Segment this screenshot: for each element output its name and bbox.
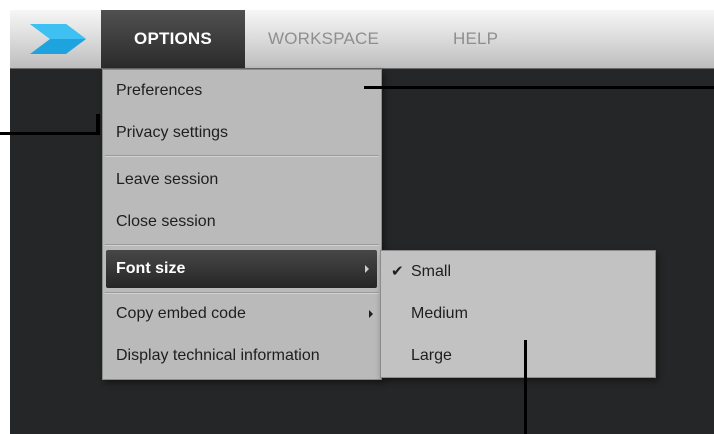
submenu-item-small-label: Small xyxy=(411,263,452,280)
logo-icon xyxy=(30,24,86,54)
menu-bar: OPTIONS WORKSPACE HELP xyxy=(10,10,714,69)
menu-item-copy-embed-code[interactable]: Copy embed code xyxy=(103,295,381,333)
menu-separator xyxy=(105,155,379,157)
menu-item-preferences[interactable]: Preferences xyxy=(103,72,381,110)
checkmark-icon: ✔ xyxy=(391,263,404,280)
menu-separator xyxy=(105,244,379,246)
submenu-item-large[interactable]: Large xyxy=(381,335,655,377)
menu-item-leave-session[interactable]: Leave session xyxy=(103,161,381,199)
app-window: OPTIONS WORKSPACE HELP Preferences Priva… xyxy=(10,10,714,434)
callout-line-left xyxy=(0,132,100,135)
tab-options[interactable]: OPTIONS xyxy=(101,10,245,68)
menu-item-font-size[interactable]: Font size xyxy=(106,250,377,288)
chevron-right-icon xyxy=(369,310,373,318)
options-dropdown: Preferences Privacy settings Leave sessi… xyxy=(102,69,382,380)
menu-item-font-size-label: Font size xyxy=(116,260,186,277)
menu-item-close-session[interactable]: Close session xyxy=(103,203,381,241)
menu-item-display-technical-information[interactable]: Display technical information xyxy=(103,337,381,375)
submenu-item-medium[interactable]: Medium xyxy=(381,293,655,335)
tab-workspace[interactable]: WORKSPACE xyxy=(268,10,379,68)
tab-help[interactable]: HELP xyxy=(453,10,498,68)
font-size-submenu: ✔ Small Medium Large xyxy=(380,250,656,378)
submenu-item-small[interactable]: ✔ Small xyxy=(381,251,655,293)
menu-item-privacy-settings[interactable]: Privacy settings xyxy=(103,114,381,152)
callout-line-right xyxy=(364,86,714,89)
callout-line-left-riser xyxy=(96,114,100,135)
menu-separator xyxy=(105,292,379,294)
callout-line-bottom xyxy=(524,340,527,434)
menu-item-copy-embed-code-label: Copy embed code xyxy=(116,305,246,322)
chevron-right-icon xyxy=(365,265,369,273)
